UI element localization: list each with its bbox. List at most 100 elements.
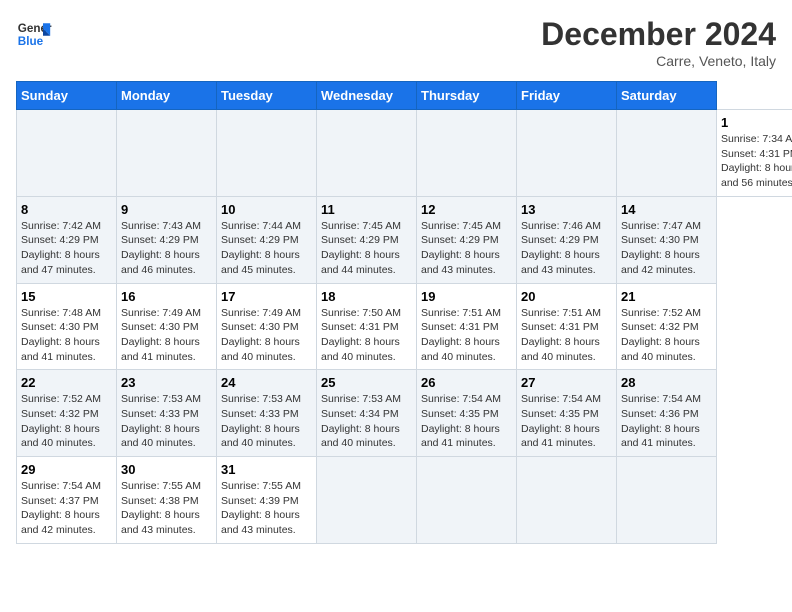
calendar-empty-cell: [117, 110, 217, 197]
calendar-week-row: 29 Sunrise: 7:54 AMSunset: 4:37 PMDayligh…: [17, 457, 792, 544]
day-info: Sunrise: 7:48 AMSunset: 4:30 PMDaylight:…: [21, 307, 101, 363]
header-monday: Monday: [117, 82, 217, 110]
calendar-empty-cell: [617, 457, 717, 544]
calendar-day-20: 20 Sunrise: 7:51 AMSunset: 4:31 PMDayligh…: [517, 283, 617, 370]
day-number: 23: [121, 375, 212, 390]
calendar-day-23: 23 Sunrise: 7:53 AMSunset: 4:33 PMDayligh…: [117, 370, 217, 457]
day-number: 11: [321, 202, 412, 217]
title-block: December 2024 Carre, Veneto, Italy: [541, 16, 776, 69]
day-info: Sunrise: 7:53 AMSunset: 4:33 PMDaylight:…: [121, 393, 201, 449]
calendar-table: SundayMondayTuesdayWednesdayThursdayFrid…: [16, 81, 792, 544]
day-info: Sunrise: 7:54 AMSunset: 4:35 PMDaylight:…: [421, 393, 501, 449]
day-number: 9: [121, 202, 212, 217]
day-number: 31: [221, 462, 312, 477]
calendar-week-row: 8 Sunrise: 7:42 AMSunset: 4:29 PMDaylight…: [17, 196, 792, 283]
day-info: Sunrise: 7:34 AMSunset: 4:31 PMDaylight:…: [721, 133, 792, 189]
calendar-day-14: 14 Sunrise: 7:47 AMSunset: 4:30 PMDayligh…: [617, 196, 717, 283]
calendar-day-9: 9Sunrise: 7:43 AMSunset: 4:29 PMDaylight…: [117, 196, 217, 283]
logo-icon: General Blue: [16, 16, 52, 52]
day-number: 22: [21, 375, 112, 390]
day-info: Sunrise: 7:45 AMSunset: 4:29 PMDaylight:…: [421, 220, 501, 276]
day-number: 28: [621, 375, 712, 390]
calendar-day-30: 30 Sunrise: 7:55 AMSunset: 4:38 PMDayligh…: [117, 457, 217, 544]
calendar-week-row: 15 Sunrise: 7:48 AMSunset: 4:30 PMDayligh…: [17, 283, 792, 370]
day-info: Sunrise: 7:44 AMSunset: 4:29 PMDaylight:…: [221, 220, 301, 276]
calendar-day-11: 11 Sunrise: 7:45 AMSunset: 4:29 PMDayligh…: [317, 196, 417, 283]
day-number: 24: [221, 375, 312, 390]
calendar-day-21: 21 Sunrise: 7:52 AMSunset: 4:32 PMDayligh…: [617, 283, 717, 370]
calendar-day-8: 8 Sunrise: 7:42 AMSunset: 4:29 PMDaylight…: [17, 196, 117, 283]
header-wednesday: Wednesday: [317, 82, 417, 110]
header-saturday: Saturday: [617, 82, 717, 110]
day-info: Sunrise: 7:54 AMSunset: 4:37 PMDaylight:…: [21, 480, 101, 536]
calendar-empty-cell: [517, 110, 617, 197]
day-number: 27: [521, 375, 612, 390]
calendar-day-19: 19Sunrise: 7:51 AMSunset: 4:31 PMDayligh…: [417, 283, 517, 370]
calendar-day-15: 15 Sunrise: 7:48 AMSunset: 4:30 PMDayligh…: [17, 283, 117, 370]
calendar-empty-cell: [217, 110, 317, 197]
header-thursday: Thursday: [417, 82, 517, 110]
day-info: Sunrise: 7:53 AMSunset: 4:33 PMDaylight:…: [221, 393, 301, 449]
day-info: Sunrise: 7:50 AMSunset: 4:31 PMDaylight:…: [321, 307, 401, 363]
day-info: Sunrise: 7:55 AMSunset: 4:39 PMDaylight:…: [221, 480, 301, 536]
calendar-day-24: 24 Sunrise: 7:53 AMSunset: 4:33 PMDayligh…: [217, 370, 317, 457]
day-number: 12: [421, 202, 512, 217]
day-info: Sunrise: 7:54 AMSunset: 4:35 PMDaylight:…: [521, 393, 601, 449]
day-number: 10: [221, 202, 312, 217]
calendar-header-row: SundayMondayTuesdayWednesdayThursdayFrid…: [17, 82, 792, 110]
day-info: Sunrise: 7:52 AMSunset: 4:32 PMDaylight:…: [621, 307, 701, 363]
calendar-day-17: 17 Sunrise: 7:49 AMSunset: 4:30 PMDayligh…: [217, 283, 317, 370]
day-number: 26: [421, 375, 512, 390]
calendar-empty-cell: [517, 457, 617, 544]
calendar-day-26: 26 Sunrise: 7:54 AMSunset: 4:35 PMDayligh…: [417, 370, 517, 457]
day-number: 16: [121, 289, 212, 304]
calendar-empty-cell: [617, 110, 717, 197]
calendar-empty-cell: [417, 457, 517, 544]
day-number: 25: [321, 375, 412, 390]
header-tuesday: Tuesday: [217, 82, 317, 110]
calendar-day-16: 16 Sunrise: 7:49 AMSunset: 4:30 PMDayligh…: [117, 283, 217, 370]
day-number: 21: [621, 289, 712, 304]
day-number: 18: [321, 289, 412, 304]
day-number: 29: [21, 462, 112, 477]
day-info: Sunrise: 7:53 AMSunset: 4:34 PMDaylight:…: [321, 393, 401, 449]
calendar-day-12: 12 Sunrise: 7:45 AMSunset: 4:29 PMDayligh…: [417, 196, 517, 283]
day-number: 14: [621, 202, 712, 217]
subtitle: Carre, Veneto, Italy: [541, 53, 776, 69]
day-number: 30: [121, 462, 212, 477]
calendar-day-28: 28 Sunrise: 7:54 AMSunset: 4:36 PMDayligh…: [617, 370, 717, 457]
day-number: 20: [521, 289, 612, 304]
calendar-empty-cell: [17, 110, 117, 197]
day-info: Sunrise: 7:55 AMSunset: 4:38 PMDaylight:…: [121, 480, 201, 536]
calendar-day-10: 10 Sunrise: 7:44 AMSunset: 4:29 PMDayligh…: [217, 196, 317, 283]
day-number: 17: [221, 289, 312, 304]
header-friday: Friday: [517, 82, 617, 110]
page-header: General Blue December 2024 Carre, Veneto…: [16, 16, 776, 69]
calendar-day-13: 13 Sunrise: 7:46 AMSunset: 4:29 PMDayligh…: [517, 196, 617, 283]
calendar-day-29: 29 Sunrise: 7:54 AMSunset: 4:37 PMDayligh…: [17, 457, 117, 544]
calendar-day-25: 25 Sunrise: 7:53 AMSunset: 4:34 PMDayligh…: [317, 370, 417, 457]
day-info: Sunrise: 7:52 AMSunset: 4:32 PMDaylight:…: [21, 393, 101, 449]
day-number: 8: [21, 202, 112, 217]
calendar-day-18: 18 Sunrise: 7:50 AMSunset: 4:31 PMDayligh…: [317, 283, 417, 370]
calendar-empty-cell: [317, 110, 417, 197]
day-info: Sunrise: 7:51 AMSunset: 4:31 PMDaylight:…: [421, 307, 501, 363]
calendar-day-1: 1 Sunrise: 7:34 AMSunset: 4:31 PMDaylight…: [717, 110, 792, 197]
day-info: Sunrise: 7:49 AMSunset: 4:30 PMDaylight:…: [221, 307, 301, 363]
day-number: 13: [521, 202, 612, 217]
main-title: December 2024: [541, 16, 776, 53]
day-info: Sunrise: 7:49 AMSunset: 4:30 PMDaylight:…: [121, 307, 201, 363]
day-info: Sunrise: 7:47 AMSunset: 4:30 PMDaylight:…: [621, 220, 701, 276]
day-number: 1: [721, 115, 792, 130]
calendar-empty-cell: [317, 457, 417, 544]
day-number: 15: [21, 289, 112, 304]
calendar-day-27: 27 Sunrise: 7:54 AMSunset: 4:35 PMDayligh…: [517, 370, 617, 457]
day-info: Sunrise: 7:46 AMSunset: 4:29 PMDaylight:…: [521, 220, 601, 276]
day-info: Sunrise: 7:54 AMSunset: 4:36 PMDaylight:…: [621, 393, 701, 449]
day-info: Sunrise: 7:42 AMSunset: 4:29 PMDaylight:…: [21, 220, 101, 276]
logo: General Blue: [16, 16, 52, 52]
calendar-week-row: 22 Sunrise: 7:52 AMSunset: 4:32 PMDayligh…: [17, 370, 792, 457]
day-info: Sunrise: 7:51 AMSunset: 4:31 PMDaylight:…: [521, 307, 601, 363]
day-info: Sunrise: 7:45 AMSunset: 4:29 PMDaylight:…: [321, 220, 401, 276]
calendar-day-22: 22 Sunrise: 7:52 AMSunset: 4:32 PMDayligh…: [17, 370, 117, 457]
